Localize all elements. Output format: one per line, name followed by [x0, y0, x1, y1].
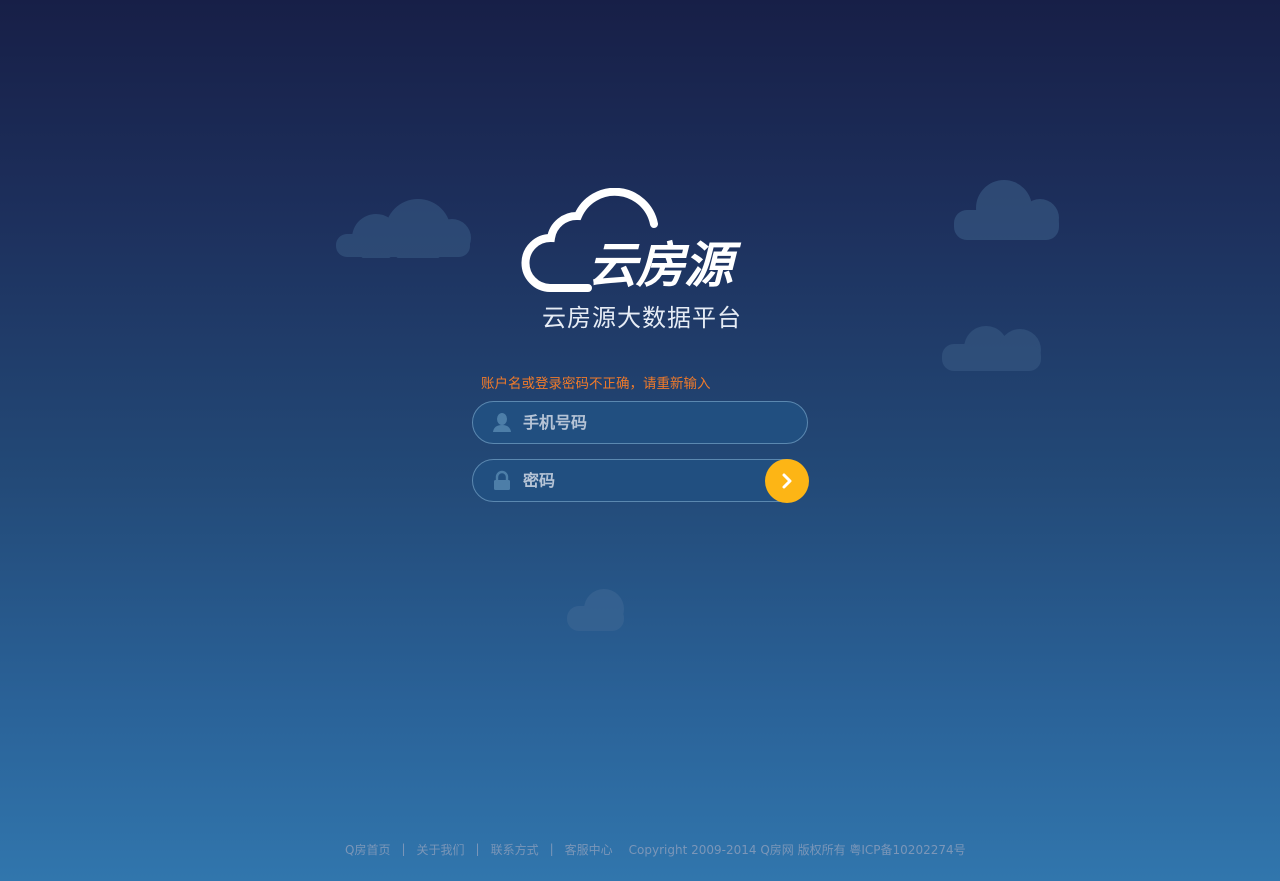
footer-link-contact[interactable]: 联系方式 — [491, 841, 539, 858]
cloud-decoration-icon — [954, 180, 1059, 240]
brand-logo-text: 云房源 — [588, 237, 733, 294]
footer-separator: | — [401, 842, 406, 856]
cloud-decoration-icon — [567, 589, 624, 631]
user-icon — [493, 413, 511, 432]
password-input[interactable] — [523, 460, 753, 501]
footer-link-service[interactable]: 客服中心 — [565, 841, 613, 858]
lock-icon — [494, 470, 510, 490]
footer-separator: | — [549, 842, 554, 856]
footer-separator: | — [475, 842, 480, 856]
footer-link-home[interactable]: Q房首页 — [345, 841, 390, 858]
footer: Q房首页 | 关于我们 | 联系方式 | 客服中心 Copyright 2009… — [345, 840, 966, 858]
phone-field — [472, 401, 808, 444]
cloud-decoration-icon — [942, 326, 1041, 371]
chevron-right-icon — [782, 473, 792, 489]
login-submit-button[interactable] — [765, 459, 809, 503]
brand-subtitle: 云房源大数据平台 — [542, 304, 742, 332]
phone-input[interactable] — [523, 402, 753, 443]
cloud-decoration-icon — [336, 199, 471, 258]
footer-link-about[interactable]: 关于我们 — [417, 841, 465, 858]
login-error-message: 账户名或登录密码不正确，请重新输入 — [481, 376, 711, 392]
footer-copyright: Copyright 2009-2014 Q房网 版权所有 粤ICP备102022… — [628, 842, 966, 857]
password-field — [472, 459, 808, 502]
